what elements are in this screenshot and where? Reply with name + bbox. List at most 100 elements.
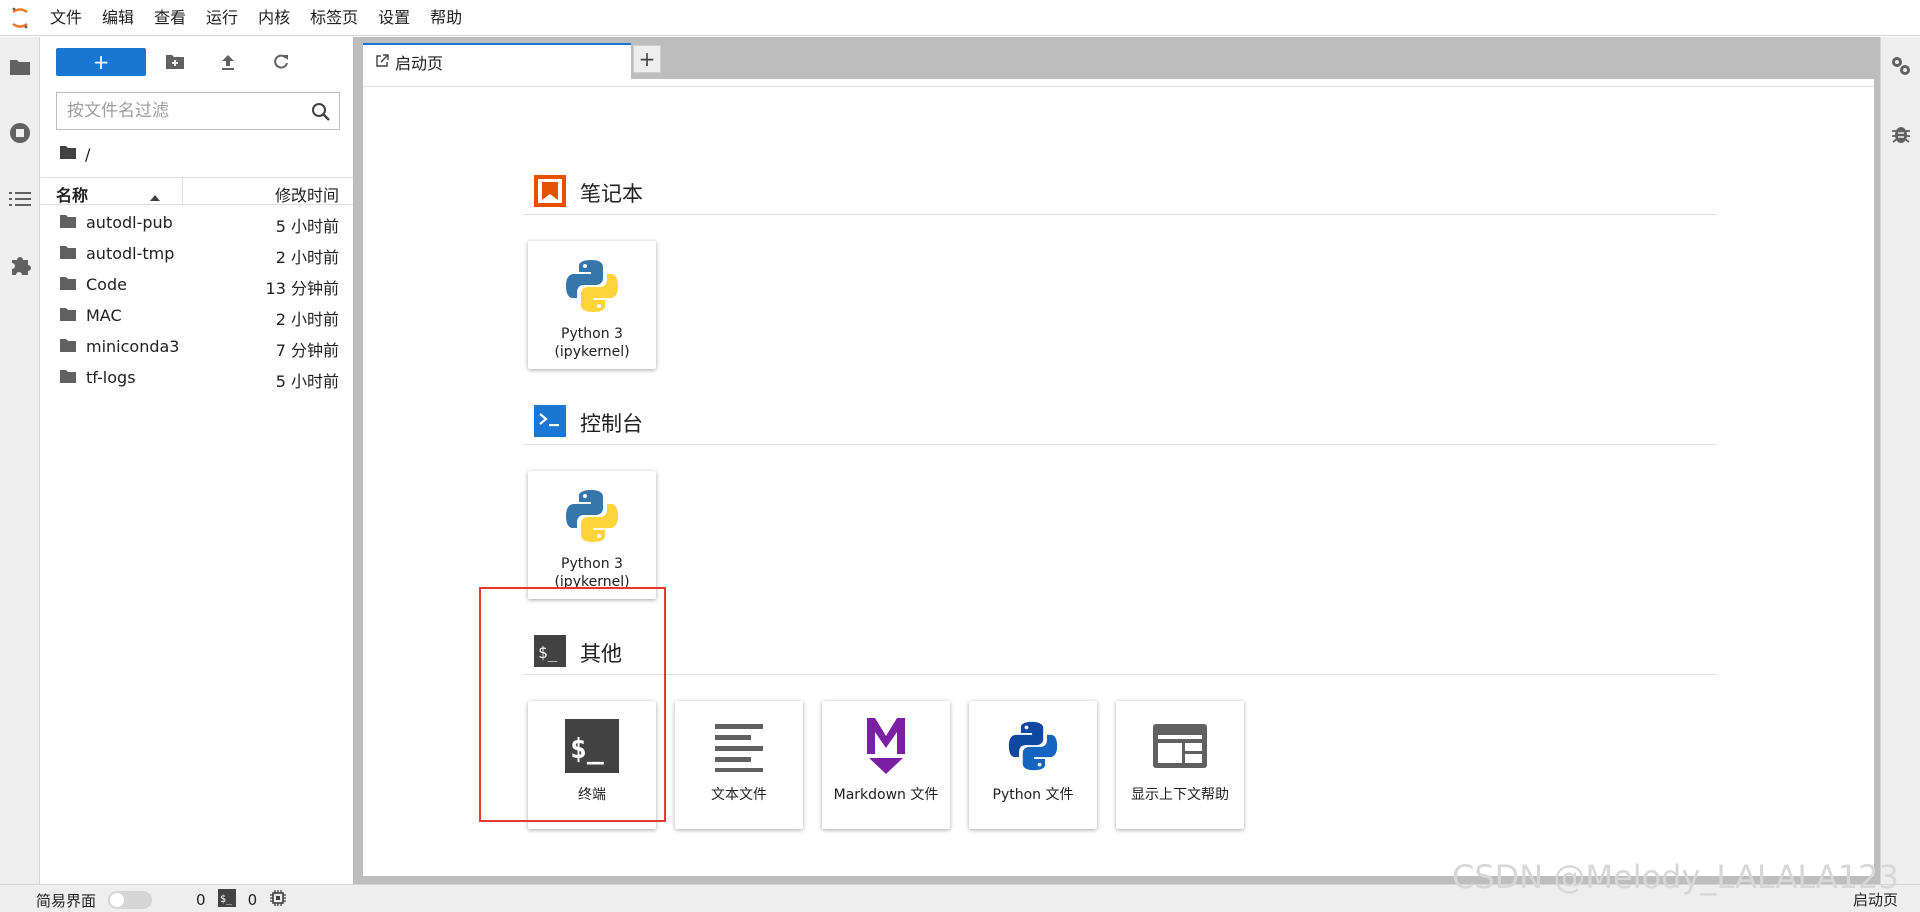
new-folder-icon[interactable] <box>164 51 186 73</box>
section-notebook: 笔记本 <box>523 165 1717 215</box>
folder-icon[interactable] <box>8 55 32 79</box>
terminal-count[interactable]: 0 <box>248 891 258 909</box>
kernel-count[interactable]: 0 <box>196 891 206 909</box>
file-row-autodl-pub[interactable]: autodl-pub 5 小时前 <box>41 207 353 238</box>
property-inspector-icon[interactable] <box>1890 55 1912 81</box>
card-label-line2: (ipykernel) <box>554 344 630 360</box>
folder-icon <box>59 214 77 230</box>
folder-icon <box>59 276 77 292</box>
cpu-memory-icon[interactable] <box>269 889 287 911</box>
highlight-box <box>479 587 666 822</box>
card-label: Python 3 (ipykernel) <box>530 325 654 361</box>
context-help-card[interactable]: 显示上下文帮助 <box>1116 701 1244 829</box>
folder-icon <box>59 338 77 354</box>
card-label-line1: Python 3 <box>561 326 623 342</box>
card-label: Markdown 文件 <box>833 787 939 803</box>
plus-icon: + <box>92 50 110 74</box>
python-logo-icon <box>528 483 656 549</box>
table-of-contents-icon[interactable] <box>8 187 32 211</box>
plus-icon: + <box>638 47 656 71</box>
file-modified: 2 小时前 <box>275 310 339 329</box>
column-divider[interactable] <box>182 178 183 205</box>
menu-settings[interactable]: 设置 <box>368 0 420 36</box>
menu-tabs[interactable]: 标签页 <box>300 0 368 36</box>
file-row-tf-logs[interactable]: tf-logs 5 小时前 <box>41 362 353 393</box>
file-modified: 5 小时前 <box>275 372 339 391</box>
context-help-icon <box>1116 713 1244 779</box>
python-logo-icon <box>528 253 656 319</box>
status-left: 简易界面 0 $_ 0 <box>36 889 287 911</box>
text-file-card[interactable]: 文本文件 <box>675 701 803 829</box>
file-modified: 13 分钟前 <box>265 279 339 298</box>
menu-edit[interactable]: 编辑 <box>92 0 144 36</box>
menu-view[interactable]: 查看 <box>144 0 196 36</box>
file-list-header: 名称 修改时间 <box>41 177 353 205</box>
python-file-card[interactable]: Python 文件 <box>969 701 1097 829</box>
column-modified-header[interactable]: 修改时间 <box>275 182 339 206</box>
simple-mode-toggle[interactable] <box>108 891 153 909</box>
console-icon <box>533 404 567 438</box>
running-icon[interactable] <box>8 121 32 145</box>
refresh-icon[interactable] <box>270 51 292 73</box>
tab-launcher[interactable]: 启动页 <box>363 43 631 79</box>
right-sidebar <box>1880 37 1920 884</box>
file-browser-toolbar: + <box>41 37 353 85</box>
file-browser: + / 名称 修改时间 autodl-pub 5 小时前 <box>41 37 353 884</box>
column-name-header[interactable]: 名称 <box>56 182 88 206</box>
markdown-icon <box>822 713 950 779</box>
menu-bar: 文件 编辑 查看 运行 内核 标签页 设置 帮助 <box>0 0 1920 36</box>
upload-icon[interactable] <box>217 51 239 73</box>
menu-file[interactable]: 文件 <box>40 0 92 36</box>
file-name: MAC <box>86 306 122 325</box>
tab-label: 启动页 <box>395 54 444 73</box>
notebook-python3-card[interactable]: Python 3 (ipykernel) <box>528 241 656 369</box>
file-name: tf-logs <box>86 368 136 387</box>
panel-top-border <box>363 79 1874 87</box>
card-label: 文本文件 <box>711 787 767 803</box>
markdown-file-card[interactable]: Markdown 文件 <box>822 701 950 829</box>
extension-icon[interactable] <box>8 253 32 277</box>
file-row-mac[interactable]: MAC 2 小时前 <box>41 300 353 331</box>
folder-icon <box>59 307 77 323</box>
folder-icon <box>59 369 77 385</box>
file-modified: 7 分钟前 <box>275 341 339 360</box>
file-row-code[interactable]: Code 13 分钟前 <box>41 269 353 300</box>
menu-help[interactable]: 帮助 <box>420 0 472 36</box>
folder-icon[interactable] <box>59 145 77 164</box>
menu-run[interactable]: 运行 <box>196 0 248 36</box>
debugger-bug-icon[interactable] <box>1890 123 1912 149</box>
simple-mode-label: 简易界面 <box>36 891 97 910</box>
sort-ascending-icon[interactable] <box>149 187 161 206</box>
section-other: $_ 其他 <box>523 625 1717 675</box>
terminal-status-icon: $_ <box>217 889 236 911</box>
jupyter-logo-icon <box>0 0 40 36</box>
file-list: autodl-pub 5 小时前 autodl-tmp 2 小时前 Code 1… <box>41 207 353 393</box>
add-tab-button[interactable]: + <box>633 45 661 73</box>
svg-text:$_: $_ <box>220 894 233 905</box>
file-modified: 5 小时前 <box>275 217 339 236</box>
menu-kernel[interactable]: 内核 <box>248 0 300 36</box>
new-launcher-button[interactable]: + <box>56 48 146 76</box>
section-title: 笔记本 <box>580 182 643 206</box>
search-icon[interactable] <box>311 102 331 122</box>
filter-input[interactable] <box>57 93 297 129</box>
file-name: Code <box>86 275 127 294</box>
card-label: Python 3 (ipykernel) <box>530 555 654 591</box>
toggle-knob <box>110 893 125 907</box>
console-python3-card[interactable]: Python 3 (ipykernel) <box>528 471 656 599</box>
file-name: autodl-pub <box>86 213 173 232</box>
file-name: miniconda3 <box>86 337 180 356</box>
breadcrumb-root[interactable]: / <box>85 145 90 164</box>
panel-splitter[interactable] <box>353 37 361 884</box>
launcher-tab-icon <box>375 53 389 72</box>
left-sidebar <box>0 37 40 884</box>
file-row-autodl-tmp[interactable]: autodl-tmp 2 小时前 <box>41 238 353 269</box>
section-title: 控制台 <box>580 412 643 436</box>
text-file-icon <box>675 713 803 779</box>
folder-icon <box>59 245 77 261</box>
python-file-icon <box>969 713 1097 779</box>
file-row-miniconda3[interactable]: miniconda3 7 分钟前 <box>41 331 353 362</box>
file-filter <box>56 92 340 130</box>
notebook-icon <box>533 174 567 208</box>
card-label: 显示上下文帮助 <box>1131 787 1229 803</box>
